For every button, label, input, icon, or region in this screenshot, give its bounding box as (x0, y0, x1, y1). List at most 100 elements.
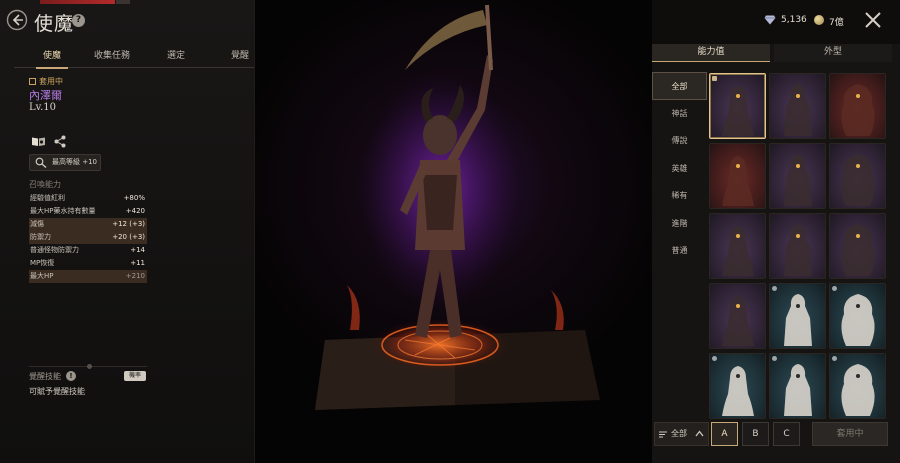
familiar-card-vampire-lord[interactable] (769, 73, 826, 139)
familiar-card-dark-knight[interactable] (709, 73, 766, 139)
stat-value: +80% (123, 194, 145, 202)
right-tab-bar: 能力值 外型 (652, 44, 900, 62)
stat-row: 最大HP +210 (29, 270, 147, 283)
bottom-bar: 全部 A B C 套用中 (652, 420, 900, 450)
sort-label: 全部 (671, 429, 687, 438)
stat-value: +20 (+3) (112, 233, 145, 241)
filter-advanced[interactable]: 進階 (652, 210, 707, 238)
filter-rare[interactable]: 稀有 (652, 182, 707, 210)
familiar-card-skull-demon[interactable] (769, 143, 826, 209)
max-level-button[interactable]: 最高等級 +10 (29, 154, 101, 171)
familiar-model-image (315, 4, 600, 410)
apply-button[interactable]: 套用中 (812, 422, 888, 446)
gold-count: 7億 (829, 18, 844, 28)
chevron-up-icon (695, 430, 704, 437)
filter-mythic[interactable]: 神話 (652, 100, 707, 128)
awaken-skill-label: 覺醒技能 (29, 372, 61, 381)
familiar-card-white-rabbit[interactable] (829, 353, 886, 419)
tab-appearance[interactable]: 外型 (774, 44, 892, 62)
familiar-portrait (784, 364, 812, 416)
familiar-card-fire-dragon[interactable] (709, 143, 766, 209)
tab-collection-quest[interactable]: 收集任務 (82, 48, 142, 68)
familiar-portrait (841, 154, 875, 206)
familiar-card-white-tiger[interactable] (829, 143, 886, 209)
grade-dot-icon (832, 286, 837, 291)
familiar-portrait (722, 86, 754, 136)
gem-count: 5,136 (781, 15, 807, 25)
help-icon[interactable]: ? (72, 14, 85, 27)
hp-bar (40, 0, 115, 4)
tab-familiar[interactable]: 使魔 (22, 48, 82, 69)
stat-label: 最大HP藥水持有數量 (30, 207, 96, 215)
stat-label: 普通怪物防禦力 (30, 246, 79, 254)
book-icon[interactable] (31, 136, 46, 147)
equipped-icon (29, 78, 36, 85)
stat-row: 減傷 +12 (+3) (29, 218, 147, 231)
familiar-portrait (841, 84, 875, 136)
familiar-level: Lv.10 (29, 102, 57, 113)
familiar-portrait (841, 364, 875, 416)
familiar-card-flame-beast[interactable] (829, 73, 886, 139)
familiar-portrait (841, 294, 875, 346)
probability-tag[interactable]: 機率 (124, 371, 146, 381)
familiar-card-mushroom-bear[interactable] (829, 283, 886, 349)
sort-dropdown[interactable]: 全部 (654, 422, 709, 446)
familiar-portrait (784, 224, 812, 276)
preset-c-button[interactable]: C (773, 422, 800, 446)
stat-value: +14 (130, 246, 145, 254)
filter-common[interactable]: 普通 (652, 237, 707, 265)
familiar-collection-panel: 能力值 外型 全部 神話 傳說 英雄 稀有 進階 普通 全部 A B C 套用中 (652, 44, 900, 463)
stat-row: 經驗值紅利 +80% (29, 192, 147, 205)
magnify-icon (35, 157, 47, 168)
familiar-card-thorn-treant[interactable] (709, 283, 766, 349)
filter-all[interactable]: 全部 (652, 72, 707, 100)
share-icon[interactable] (54, 135, 66, 148)
familiar-portrait (784, 84, 812, 136)
stat-label: MP恢復 (30, 259, 55, 267)
familiar-portrait (722, 296, 754, 346)
gold-coin-icon (814, 15, 824, 25)
stat-value: +210 (125, 272, 145, 280)
familiar-card-rock-beast[interactable] (829, 213, 886, 279)
familiar-name: 內澤爾 (29, 89, 62, 102)
preset-b-button[interactable]: B (742, 422, 769, 446)
familiar-card-werewolf[interactable] (769, 213, 826, 279)
familiar-portrait (722, 226, 754, 276)
close-icon[interactable] (864, 11, 882, 29)
filter-legendary[interactable]: 傳說 (652, 127, 707, 155)
familiar-preview[interactable] (255, 0, 652, 463)
hp-bar-end (116, 0, 130, 4)
divider (29, 364, 147, 369)
equipped-label: 套用中 (39, 77, 63, 86)
currency-bar (652, 0, 900, 44)
max-level-label: 最高等級 +10 (52, 158, 97, 166)
stat-label: 防禦力 (30, 233, 51, 241)
page-title: 使魔 (34, 13, 75, 35)
awaken-description: 可賦予覺醒技能 (29, 387, 85, 396)
list-icon (659, 431, 667, 438)
stat-row: MP恢復 +11 (29, 257, 147, 270)
tab-bar: 使魔 收集任務 選定 覺醒 (14, 48, 254, 69)
back-arrow-icon[interactable] (6, 9, 28, 31)
stat-label: 經驗值紅利 (30, 194, 65, 202)
tab-select[interactable]: 選定 (146, 48, 206, 68)
stat-list: 經驗值紅利 +80% 最大HP藥水持有數量 +420 減傷 +12 (+3) 防禦力 +… (29, 192, 147, 283)
stat-row: 最大HP藥水持有數量 +420 (29, 205, 147, 218)
familiar-card-fennec-spirit[interactable] (769, 283, 826, 349)
grade-dot-icon (712, 356, 717, 361)
stat-row: 普通怪物防禦力 +14 (29, 244, 147, 257)
equipped-badge: 套用中 (29, 76, 63, 87)
filter-heroic[interactable]: 英雄 (652, 155, 707, 183)
tab-stats[interactable]: 能力值 (652, 44, 770, 62)
preset-a-button[interactable]: A (711, 422, 738, 446)
stat-label: 最大HP (30, 272, 54, 280)
stat-value: +12 (+3) (112, 220, 145, 228)
familiar-card-treant[interactable] (709, 213, 766, 279)
diamond-icon (764, 15, 776, 25)
familiar-card-big-ear-fox[interactable] (709, 353, 766, 419)
stat-value: +11 (130, 259, 145, 267)
familiar-card-snowman[interactable] (769, 353, 826, 419)
grade-dot-icon (772, 356, 777, 361)
stat-row: 防禦力 +20 (+3) (29, 231, 147, 244)
awaken-info-icon[interactable]: ! (66, 371, 76, 381)
